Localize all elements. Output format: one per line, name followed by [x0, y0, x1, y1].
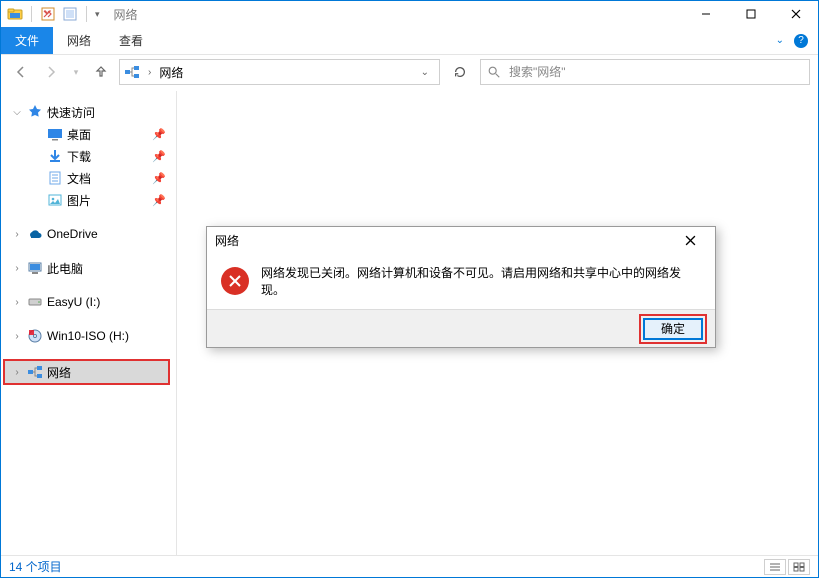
pin-icon: 📌 — [152, 128, 166, 141]
dialog-message: 网络发现已关闭。网络计算机和设备不可见。请启用网络和共享中心中的网络发现。 — [261, 264, 701, 298]
tree-documents[interactable]: › 文档 📌 — [5, 167, 172, 189]
highlight-box-network: › 网络 — [3, 359, 170, 385]
qat-separator-2 — [86, 6, 87, 22]
search-bar[interactable] — [480, 59, 810, 85]
tree-this-pc[interactable]: › 此电脑 — [5, 257, 172, 279]
navbar: ▾ › 网络 ⌄ — [1, 55, 818, 89]
breadcrumb-chevron-icon[interactable]: › — [146, 67, 153, 78]
tree-label: OneDrive — [47, 227, 172, 241]
close-button[interactable] — [773, 1, 818, 27]
up-button[interactable] — [89, 60, 113, 84]
recent-locations-button[interactable]: ▾ — [69, 60, 83, 84]
network-icon — [27, 364, 43, 380]
highlight-box-ok: 确定 — [639, 314, 707, 344]
app-icon — [7, 6, 23, 22]
tree-label: 文档 — [67, 170, 148, 187]
star-icon — [27, 104, 43, 120]
back-button[interactable] — [9, 60, 33, 84]
ribbon-tab-network[interactable]: 网络 — [53, 27, 105, 54]
status-item-count: 14 个项目 — [9, 558, 62, 575]
pictures-icon — [47, 192, 63, 208]
drive-icon — [27, 294, 43, 310]
tree-label: 此电脑 — [47, 260, 172, 277]
tree-onedrive[interactable]: › OneDrive — [5, 223, 172, 245]
tree-desktop[interactable]: › 桌面 📌 — [5, 123, 172, 145]
breadcrumb-network[interactable]: 网络 — [159, 64, 183, 81]
error-icon — [221, 267, 249, 295]
nav-pane: ⌵ 快速访问 › 桌面 📌 › 下载 📌 › 文档 📌 — [1, 91, 177, 555]
tree-easyu[interactable]: › EasyU (I:) — [5, 291, 172, 313]
dialog-title: 网络 — [215, 232, 239, 249]
view-details-button[interactable] — [764, 559, 786, 575]
tree-network[interactable]: › 网络 — [5, 361, 168, 383]
ok-button[interactable]: 确定 — [643, 318, 703, 340]
documents-icon — [47, 170, 63, 186]
view-large-button[interactable] — [788, 559, 810, 575]
ribbon-expand-icon[interactable]: ⌄ — [776, 35, 784, 46]
maximize-button[interactable] — [728, 1, 773, 27]
qat-properties-icon[interactable] — [40, 6, 56, 22]
onedrive-icon — [27, 226, 43, 242]
iso-drive-icon — [27, 328, 43, 344]
downloads-icon — [47, 148, 63, 164]
address-icon — [124, 64, 140, 80]
network-error-dialog: 网络 网络发现已关闭。网络计算机和设备不可见。请启用网络和共享中心中的网络发现。… — [206, 226, 716, 348]
dialog-close-button[interactable] — [673, 229, 707, 251]
search-input[interactable] — [507, 64, 803, 80]
tree-label: EasyU (I:) — [47, 295, 172, 309]
desktop-icon — [47, 126, 63, 142]
window-title: 网络 — [114, 6, 138, 23]
ribbon-tab-file[interactable]: 文件 — [1, 27, 53, 54]
help-icon[interactable]: ? — [794, 34, 808, 48]
ribbon-tab-view[interactable]: 查看 — [105, 27, 157, 54]
refresh-button[interactable] — [446, 59, 474, 85]
tree-label: 桌面 — [67, 126, 148, 143]
tree-label: Win10-ISO (H:) — [47, 329, 172, 343]
tree-label: 快速访问 — [47, 104, 172, 121]
pin-icon: 📌 — [152, 194, 166, 207]
qat-newfolder-icon[interactable] — [62, 6, 78, 22]
address-bar[interactable]: › 网络 ⌄ — [119, 59, 440, 85]
status-bar: 14 个项目 — [1, 555, 818, 577]
tree-label: 图片 — [67, 192, 148, 209]
tree-quick-access[interactable]: ⌵ 快速访问 — [5, 101, 172, 123]
titlebar: ▾ 网络 — [1, 1, 818, 27]
tree-win10iso[interactable]: › Win10-ISO (H:) — [5, 325, 172, 347]
forward-button[interactable] — [39, 60, 63, 84]
this-pc-icon — [27, 260, 43, 276]
pin-icon: 📌 — [152, 150, 166, 163]
tree-label: 下载 — [67, 148, 148, 165]
tree-downloads[interactable]: › 下载 📌 — [5, 145, 172, 167]
pin-icon: 📌 — [152, 172, 166, 185]
address-dropdown-icon[interactable]: ⌄ — [415, 67, 435, 78]
tree-pictures[interactable]: › 图片 📌 — [5, 189, 172, 211]
minimize-button[interactable] — [683, 1, 728, 27]
tree-label: 网络 — [47, 364, 168, 381]
search-icon — [487, 65, 501, 79]
ribbon: 文件 网络 查看 ⌄ ? — [1, 27, 818, 55]
explorer-window: ▾ 网络 文件 网络 查看 ⌄ ? ▾ — [0, 0, 819, 578]
qat-separator — [31, 6, 32, 22]
qat-customize-icon[interactable]: ▾ — [95, 9, 100, 20]
